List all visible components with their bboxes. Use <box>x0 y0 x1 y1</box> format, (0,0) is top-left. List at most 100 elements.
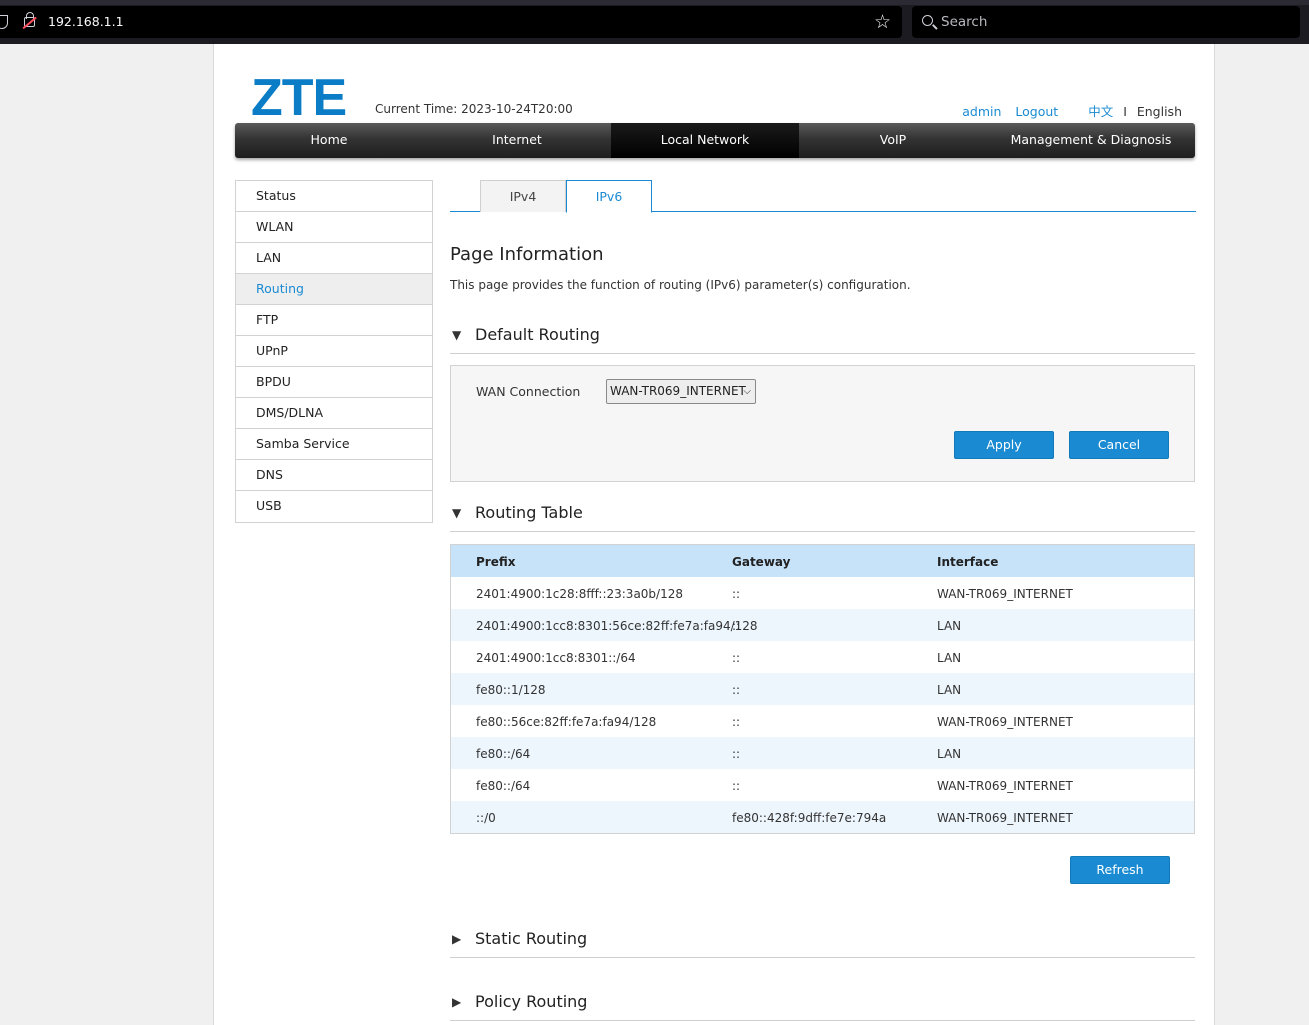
cell-gateway: :: <box>732 683 741 697</box>
wan-connection-select[interactable]: WAN-TR069_INTERNET ⌵ <box>606 379 756 404</box>
cell-gateway: fe80::428f:9dff:fe7e:794a <box>732 811 887 825</box>
cell-interface: WAN-TR069_INTERNET <box>937 587 1073 601</box>
cell-prefix: fe80::/64 <box>476 747 531 761</box>
search-placeholder: Search <box>941 14 988 30</box>
sidebar: Status WLAN LAN Routing FTP UPnP BPDU DM… <box>235 180 433 523</box>
main-nav: Home Internet Local Network VoIP Managem… <box>235 123 1195 158</box>
router-page: ZTE Current Time: 2023-10-24T20:00 admin… <box>213 44 1215 1025</box>
admin-link[interactable]: admin <box>962 104 1001 119</box>
cell-interface: WAN-TR069_INTERNET <box>937 811 1073 825</box>
main-content: IPv4 IPv6 Page Information This page pro… <box>450 180 1196 1021</box>
sidebar-item-lan[interactable]: LAN <box>236 243 432 274</box>
cell-prefix: 2401:4900:1c28:8fff::23:3a0b/128 <box>476 587 683 601</box>
cell-prefix: ::/0 <box>476 811 496 825</box>
sidebar-item-dms-dlna[interactable]: DMS/DLNA <box>236 398 432 429</box>
cell-interface: WAN-TR069_INTERNET <box>937 715 1073 729</box>
sidebar-item-status[interactable]: Status <box>236 181 432 212</box>
sidebar-item-samba[interactable]: Samba Service <box>236 429 432 460</box>
cell-gateway: :: <box>732 747 741 761</box>
sidebar-item-wlan[interactable]: WLAN <box>236 212 432 243</box>
cell-gateway: :: <box>732 587 741 601</box>
chevron-down-icon: ⌵ <box>743 386 751 397</box>
static-routing-title: Static Routing <box>475 929 588 948</box>
sidebar-item-routing[interactable]: Routing <box>236 274 432 305</box>
page-info-desc: This page provides the function of routi… <box>450 278 911 292</box>
cancel-button[interactable]: Cancel <box>1069 431 1169 459</box>
cell-prefix: fe80::1/128 <box>476 683 546 697</box>
sidebar-item-upnp[interactable]: UPnP <box>236 336 432 367</box>
tab-ipv4[interactable]: IPv4 <box>480 180 566 212</box>
cell-interface: LAN <box>937 747 962 761</box>
sidebar-item-dns[interactable]: DNS <box>236 460 432 491</box>
cell-interface: LAN <box>937 683 962 697</box>
cell-prefix: fe80::56ce:82ff:fe7a:fa94/128 <box>476 715 657 729</box>
logout-link[interactable]: Logout <box>1015 104 1058 119</box>
static-routing-header[interactable]: ▶ Static Routing <box>450 928 1195 958</box>
default-routing-header[interactable]: ▼ Default Routing <box>450 324 1195 354</box>
lang-separator: I <box>1123 104 1127 119</box>
column-header-prefix: Prefix <box>476 555 516 569</box>
tab-bar: IPv4 IPv6 <box>450 180 1196 213</box>
url-text[interactable]: 192.168.1.1 <box>48 14 124 29</box>
expanded-triangle-icon: ▼ <box>452 328 462 342</box>
cell-interface: LAN <box>937 619 962 633</box>
default-routing-panel: WAN Connection WAN-TR069_INTERNET ⌵ Appl… <box>450 365 1195 482</box>
current-time: Current Time: 2023-10-24T20:00 <box>375 102 573 116</box>
routing-table-title: Routing Table <box>475 503 583 522</box>
nav-home[interactable]: Home <box>235 123 423 158</box>
cell-prefix: fe80::/64 <box>476 779 531 793</box>
sidebar-item-usb[interactable]: USB <box>236 491 432 522</box>
column-header-gateway: Gateway <box>732 555 791 569</box>
apply-button[interactable]: Apply <box>954 431 1054 459</box>
cell-gateway: :: <box>732 619 741 633</box>
cell-prefix: 2401:4900:1cc8:8301:56ce:82ff:fe7a:fa94/… <box>476 619 758 633</box>
insecure-lock-icon[interactable] <box>24 12 35 27</box>
nav-management-diagnosis[interactable]: Management & Diagnosis <box>987 123 1195 158</box>
cell-gateway: :: <box>732 779 741 793</box>
nav-voip[interactable]: VoIP <box>799 123 987 158</box>
browser-toolbar: 192.168.1.1 ☆ Search <box>0 0 1309 44</box>
lang-chinese-link[interactable]: 中文 <box>1088 101 1113 120</box>
policy-routing-title: Policy Routing <box>475 992 588 1011</box>
routing-table: Prefix Gateway Interface 2401:4900:1c28:… <box>450 544 1195 834</box>
table-row: fe80::1/128 :: LAN <box>451 673 1194 705</box>
wan-connection-label: WAN Connection <box>476 384 581 399</box>
cell-prefix: 2401:4900:1cc8:8301::/64 <box>476 651 636 665</box>
collapsed-triangle-icon: ▶ <box>452 932 462 946</box>
table-row: fe80::/64 :: LAN <box>451 737 1194 769</box>
table-row: fe80::/64 :: WAN-TR069_INTERNET <box>451 769 1194 801</box>
nav-local-network[interactable]: Local Network <box>611 123 799 158</box>
table-row: 2401:4900:1cc8:8301::/64 :: LAN <box>451 641 1194 673</box>
column-header-interface: Interface <box>937 555 999 569</box>
table-row: 2401:4900:1c28:8fff::23:3a0b/128 :: WAN-… <box>451 577 1194 609</box>
tab-strip <box>0 0 1309 5</box>
nav-internet[interactable]: Internet <box>423 123 611 158</box>
tracking-shield-icon[interactable] <box>0 15 8 29</box>
table-row: 2401:4900:1cc8:8301:56ce:82ff:fe7a:fa94/… <box>451 609 1194 641</box>
sidebar-item-ftp[interactable]: FTP <box>236 305 432 336</box>
lang-english-link[interactable]: English <box>1137 104 1182 119</box>
wan-connection-value: WAN-TR069_INTERNET <box>610 384 746 398</box>
bookmark-star-icon[interactable]: ☆ <box>874 11 891 33</box>
expanded-triangle-icon: ▼ <box>452 506 462 520</box>
browser-search-input[interactable]: Search <box>912 6 1300 38</box>
tab-ipv6[interactable]: IPv6 <box>566 180 652 213</box>
default-routing-title: Default Routing <box>475 325 600 344</box>
page-info-title: Page Information <box>450 244 604 265</box>
routing-table-header[interactable]: ▼ Routing Table <box>450 502 1195 532</box>
cell-gateway: :: <box>732 651 741 665</box>
table-row: ::/0 fe80::428f:9dff:fe7e:794a WAN-TR069… <box>451 801 1194 833</box>
address-bar[interactable]: 192.168.1.1 ☆ <box>0 6 902 38</box>
top-links: admin Logout 中文 I English <box>952 101 1182 120</box>
table-row: fe80::56ce:82ff:fe7a:fa94/128 :: WAN-TR0… <box>451 705 1194 737</box>
collapsed-triangle-icon: ▶ <box>452 995 462 1009</box>
refresh-button[interactable]: Refresh <box>1070 856 1170 884</box>
cell-interface: LAN <box>937 651 962 665</box>
cell-interface: WAN-TR069_INTERNET <box>937 779 1073 793</box>
policy-routing-header[interactable]: ▶ Policy Routing <box>450 991 1195 1021</box>
table-header-row: Prefix Gateway Interface <box>451 545 1194 577</box>
cell-gateway: :: <box>732 715 741 729</box>
search-icon <box>922 15 933 26</box>
sidebar-item-bpdu[interactable]: BPDU <box>236 367 432 398</box>
zte-logo: ZTE <box>251 69 347 127</box>
